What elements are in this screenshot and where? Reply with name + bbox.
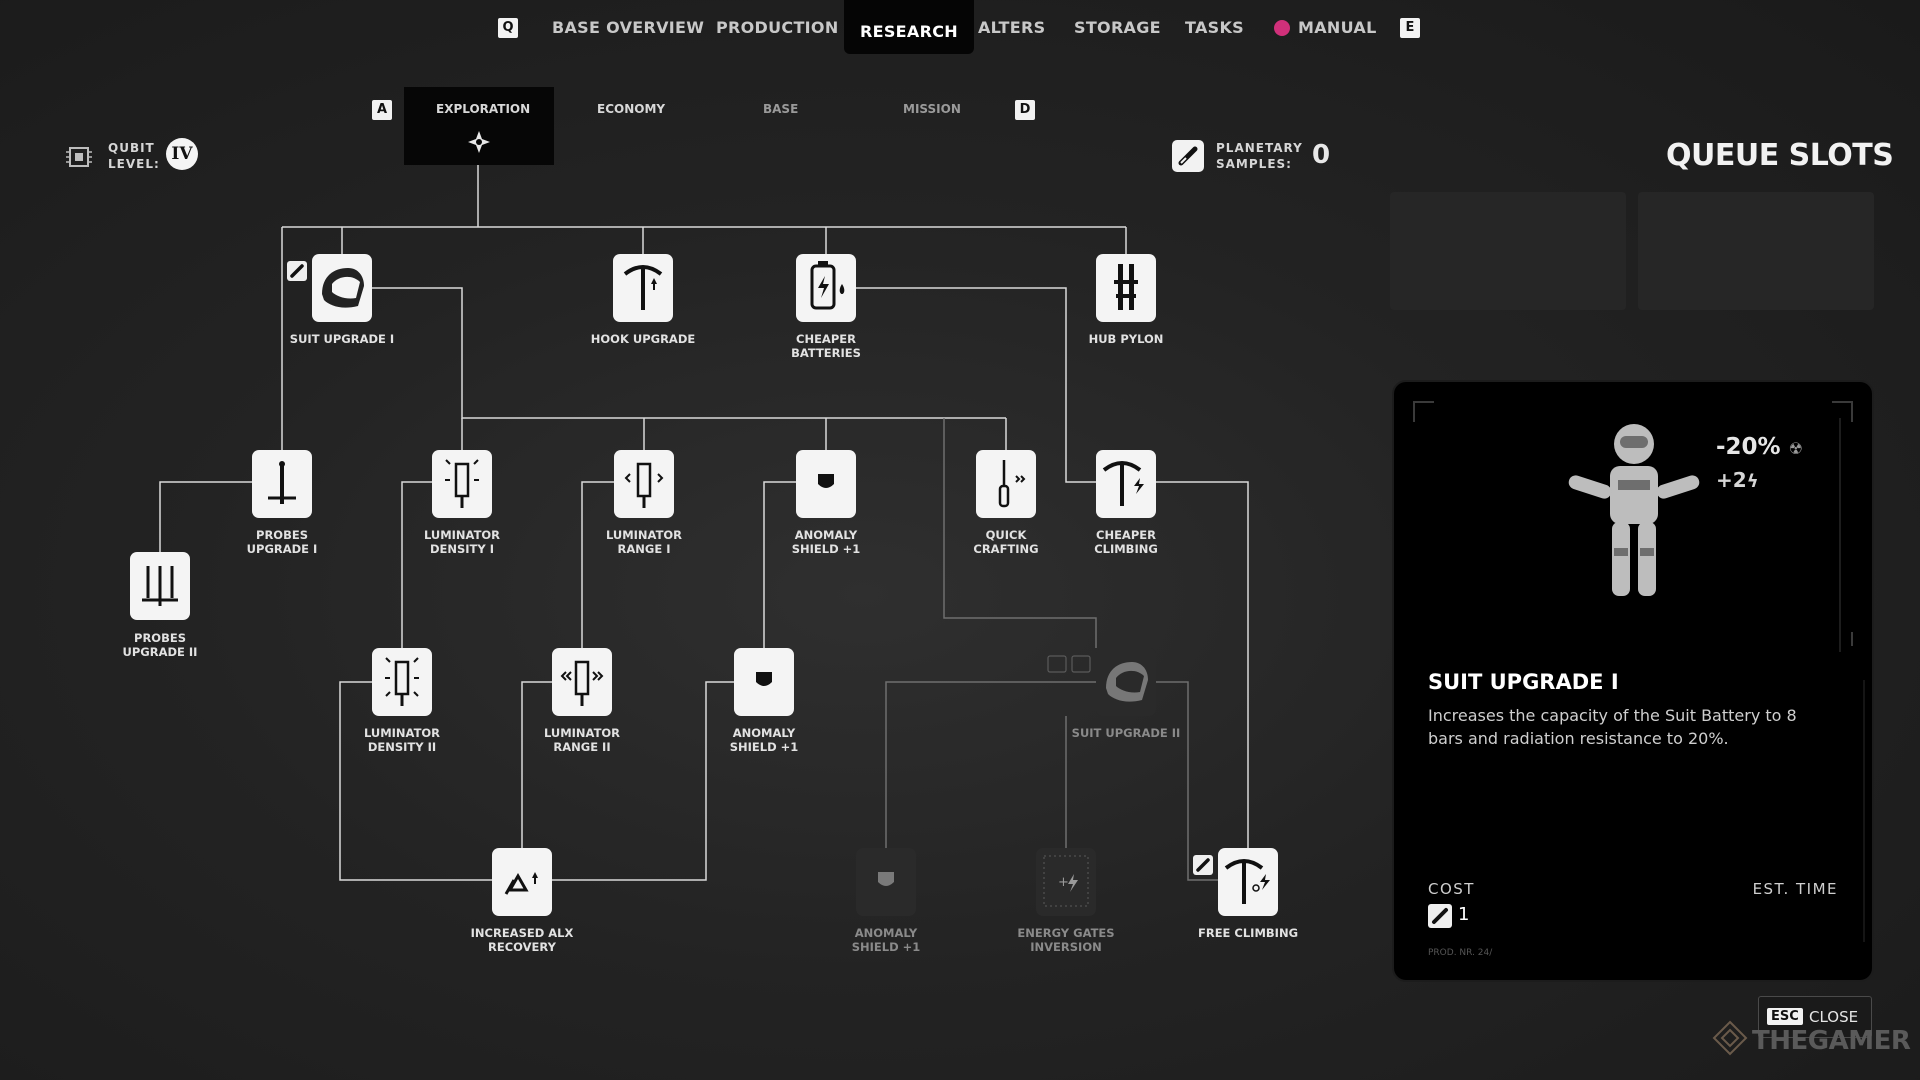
- luminator-density-icon: [445, 459, 479, 508]
- screwdriver-icon: [998, 460, 1026, 508]
- node-label-suit-upgrade-2: SUIT UPGRADE II: [1071, 726, 1181, 740]
- node-label-quick-crafting: QUICK CRAFTING: [973, 528, 1039, 556]
- luminator-range-icon: [560, 660, 604, 706]
- luminator-range-icon: [624, 462, 664, 508]
- thegamer-logo-icon: [1712, 1020, 1748, 1056]
- node-luminator-density-1[interactable]: [432, 450, 492, 518]
- detail-description: Increases the capacity of the Suit Batte…: [1428, 706, 1797, 748]
- node-suit-upgrade-2[interactable]: [1096, 648, 1156, 716]
- node-label-luminator-range-2: LUMINATOR RANGE II: [543, 726, 621, 754]
- node-label-hook-upgrade: HOOK UPGRADE: [590, 332, 696, 346]
- pylon-icon: [1114, 264, 1138, 310]
- node-label-suit-upgrade-1: SUIT UPGRADE I: [289, 332, 395, 346]
- node-label-anomaly-shield-2: ANOMALY SHIELD +1: [729, 726, 799, 754]
- cost-label: COST: [1428, 880, 1475, 898]
- multi-probe-icon: [142, 566, 178, 606]
- node-anomaly-shield-3[interactable]: [856, 848, 916, 916]
- node-label-cheaper-batteries: CHEAPER BATTERIES: [791, 332, 861, 360]
- pickaxe-bolt-icon: [1102, 461, 1144, 506]
- sample-required-icon: [1193, 855, 1213, 875]
- helmet-icon: [322, 268, 364, 308]
- detail-title: SUIT UPGRADE I: [1428, 670, 1619, 694]
- node-label-increased-alx-recovery: INCREASED ALX RECOVERY: [470, 926, 574, 954]
- node-label-anomaly-shield-3: ANOMALY SHIELD +1: [851, 926, 921, 954]
- node-label-luminator-density-1: LUMINATOR DENSITY I: [423, 528, 501, 556]
- luminator-density-icon: [385, 657, 419, 706]
- node-free-climbing[interactable]: [1218, 848, 1278, 916]
- close-label: CLOSE: [1809, 1008, 1859, 1026]
- node-cheaper-climbing[interactable]: [1096, 450, 1156, 518]
- node-hub-pylon[interactable]: [1096, 254, 1156, 322]
- watermark: THEGAMER: [1752, 1026, 1911, 1056]
- node-luminator-range-1[interactable]: [614, 450, 674, 518]
- node-label-hub-pylon: HUB PYLON: [1088, 332, 1164, 346]
- node-label-probes-upgrade-1: PROBES UPGRADE I: [246, 528, 318, 556]
- node-anomaly-shield-1[interactable]: [796, 450, 856, 518]
- stat-radiation: -20% ☢: [1716, 434, 1803, 460]
- battery-icon: [810, 261, 845, 310]
- sample-required-icon: [287, 261, 307, 281]
- sample-cost-icon: [1428, 904, 1452, 928]
- node-label-probes-upgrade-2: PROBES UPGRADE II: [122, 631, 198, 659]
- alx-icon: [504, 872, 538, 895]
- astronaut-suit-icon: [1568, 424, 1700, 596]
- node-suit-upgrade-1[interactable]: [312, 254, 372, 322]
- node-quick-crafting[interactable]: [976, 450, 1036, 518]
- node-label-energy-gates-inversion: ENERGY GATES INVERSION: [1017, 926, 1115, 954]
- pickaxe-bolt-icon: [1224, 859, 1270, 904]
- svg-text:+: +: [1058, 875, 1069, 890]
- prod-number: PROD. NR. 24/: [1428, 948, 1493, 958]
- node-label-free-climbing: FREE CLIMBING: [1197, 926, 1299, 940]
- helmet-icon: [1106, 662, 1148, 702]
- node-cheaper-batteries[interactable]: [796, 254, 856, 322]
- node-label-anomaly-shield-1: ANOMALY SHIELD +1: [791, 528, 861, 556]
- energy-gate-icon: +: [1043, 855, 1089, 907]
- pickaxe-arrow-icon: [623, 265, 663, 310]
- node-probes-upgrade-2[interactable]: [130, 552, 190, 620]
- stat-battery: +2ϟ: [1716, 468, 1759, 492]
- node-energy-gates-inversion[interactable]: +: [1036, 848, 1096, 916]
- cost-value: 1: [1458, 904, 1470, 925]
- research-detail-card: -20% ☢ +2ϟ SUIT UPGRADE I Increases the …: [1392, 380, 1874, 982]
- shield-icon: [878, 872, 894, 886]
- shield-icon: [818, 474, 834, 488]
- node-increased-alx-recovery[interactable]: [492, 848, 552, 916]
- node-label-luminator-density-2: LUMINATOR DENSITY II: [363, 726, 441, 754]
- node-luminator-density-2[interactable]: [372, 648, 432, 716]
- node-label-cheaper-climbing: CHEAPER CLIMBING: [1094, 528, 1158, 556]
- esc-key: ESC: [1767, 1008, 1803, 1025]
- probe-icon: [268, 461, 296, 504]
- node-probes-upgrade-1[interactable]: [252, 450, 312, 518]
- node-hook-upgrade[interactable]: [613, 254, 673, 322]
- node-luminator-range-2[interactable]: [552, 648, 612, 716]
- shield-icon: [756, 672, 772, 686]
- node-anomaly-shield-2[interactable]: [734, 648, 794, 716]
- node-label-luminator-range-1: LUMINATOR RANGE I: [605, 528, 683, 556]
- est-time-label: EST. TIME: [1752, 880, 1838, 898]
